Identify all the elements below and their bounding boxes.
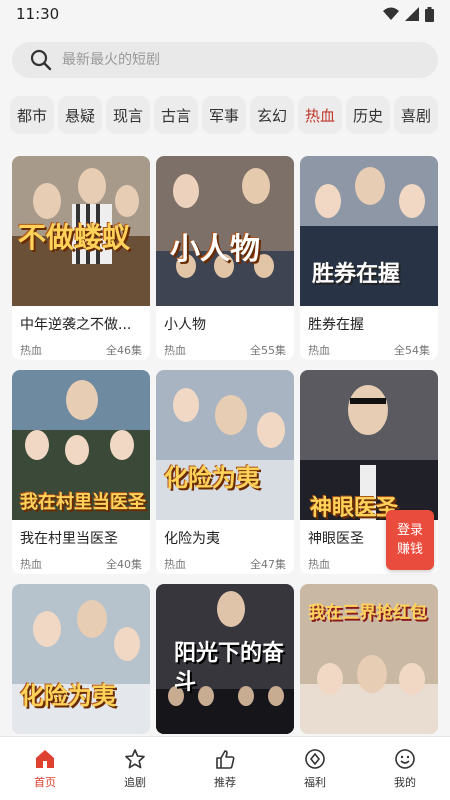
tab-junshi[interactable]: 军事 [202, 96, 246, 134]
poster-title: 神眼医圣 [310, 495, 399, 520]
diamond-icon [305, 748, 325, 769]
nav-recommend[interactable]: 推荐 [190, 748, 260, 790]
drama-poster: 化险为夷 [156, 370, 294, 520]
tab-xuanyi[interactable]: 悬疑 [58, 96, 102, 134]
login-badge-line2: 赚钱 [396, 542, 423, 557]
drama-genre: 热血 [164, 558, 186, 571]
drama-title: 小人物 [164, 317, 206, 333]
poster-title: 我在村里当医圣 [20, 492, 146, 513]
nav-follow[interactable]: 追剧 [100, 748, 170, 790]
drama-card[interactable]: 阳光下的奋斗 [156, 584, 294, 734]
drama-poster: 我在三界抢红包 [300, 584, 438, 734]
drama-poster: 化险为夷 [12, 584, 150, 734]
signal-icon [405, 7, 419, 21]
tab-xianyan[interactable]: 现言 [106, 96, 150, 134]
drama-poster: 阳光下的奋斗 [156, 584, 294, 734]
drama-poster: 我在村里当医圣 [12, 370, 150, 520]
star-icon [125, 748, 145, 768]
drama-meta: 热血 全40集 [12, 548, 150, 572]
search-bar[interactable] [12, 42, 438, 78]
status-icons [383, 6, 434, 22]
drama-meta: 热血 全47集 [156, 548, 294, 572]
drama-title: 我在村里当医圣 [20, 531, 118, 547]
drama-episodes: 全55集 [250, 344, 286, 357]
drama-card[interactable]: 我在村里当医圣 我在村里当医圣 热血 全40集 [12, 370, 150, 574]
drama-meta: 热血 全54集 [300, 334, 438, 358]
drama-poster: 神眼医圣 [300, 370, 438, 520]
drama-episodes: 全47集 [250, 558, 286, 571]
drama-title: 中年逆袭之不做... [20, 317, 132, 333]
home-icon [36, 749, 54, 768]
thumbs-up-icon [216, 749, 235, 769]
smile-icon [395, 748, 415, 769]
wifi-icon [383, 7, 399, 20]
drama-episodes: 全40集 [106, 558, 142, 571]
nav-recommend-label: 推荐 [214, 775, 236, 789]
tab-xuanhuan[interactable]: 玄幻 [250, 96, 294, 134]
drama-genre: 热血 [308, 344, 330, 357]
status-bar: 11:30 [0, 0, 450, 28]
login-earn-button[interactable]: 登录 赚钱 [386, 510, 434, 570]
drama-genre: 热血 [20, 558, 42, 571]
drama-card[interactable]: 我在三界抢红包 [300, 584, 438, 734]
nav-mine-label: 我的 [394, 775, 416, 789]
drama-title: 胜券在握 [308, 317, 364, 333]
drama-card[interactable]: 小人物 小人物 热血 全55集 [156, 156, 294, 360]
drama-genre: 热血 [20, 344, 42, 357]
tab-lishi[interactable]: 历史 [346, 96, 390, 134]
tab-guyan[interactable]: 古言 [154, 96, 198, 134]
drama-card[interactable]: 化险为夷 [12, 584, 150, 734]
nav-mine[interactable]: 我的 [370, 748, 440, 790]
tab-xiju[interactable]: 喜剧 [394, 96, 438, 134]
drama-card[interactable]: 胜券在握 胜券在握 热血 全54集 [300, 156, 438, 360]
poster-title: 我在三界抢红包 [308, 603, 427, 623]
drama-meta: 热血 全55集 [156, 334, 294, 358]
bottom-nav: 首页 追剧 推荐 福利 我的 [0, 736, 450, 800]
drama-card[interactable]: 不做蝼蚁 中年逆袭之不做... 热血 全46集 [12, 156, 150, 360]
drama-genre: 热血 [308, 558, 330, 571]
drama-meta: 热血 全46集 [12, 334, 150, 358]
poster-title: 胜券在握 [312, 261, 401, 287]
drama-episodes: 全46集 [106, 344, 142, 357]
poster-title: 不做蝼蚁 [18, 221, 131, 254]
tab-dushi[interactable]: 都市 [10, 96, 54, 134]
nav-home[interactable]: 首页 [10, 748, 80, 790]
poster-title: 小人物 [170, 232, 260, 267]
nav-follow-label: 追剧 [124, 775, 146, 789]
battery-icon [425, 6, 434, 22]
category-tabs: 都市 悬疑 现言 古言 军事 玄幻 热血 历史 喜剧 [10, 96, 442, 136]
tab-rexue[interactable]: 热血 [298, 96, 342, 134]
nav-welfare-label: 福利 [304, 775, 326, 789]
poster-title: 阳光下的奋斗 [174, 640, 285, 695]
search-icon [30, 49, 52, 71]
search-input[interactable] [62, 52, 402, 68]
nav-home-label: 首页 [34, 775, 56, 789]
poster-title: 化险为夷 [20, 681, 116, 710]
drama-card[interactable]: 化险为夷 化险为夷 热血 全47集 [156, 370, 294, 574]
drama-grid: 不做蝼蚁 中年逆袭之不做... 热血 全46集 小人物 小人物 热血 全55集 胜券… [12, 156, 438, 734]
drama-poster: 小人物 [156, 156, 294, 306]
status-time: 11:30 [16, 5, 60, 23]
drama-title: 化险为夷 [164, 531, 220, 547]
login-badge-line1: 登录 [396, 522, 423, 538]
drama-poster: 不做蝼蚁 [12, 156, 150, 306]
drama-poster: 胜券在握 [300, 156, 438, 306]
drama-genre: 热血 [164, 344, 186, 357]
drama-episodes: 全54集 [394, 344, 430, 357]
poster-title: 化险为夷 [164, 463, 260, 492]
nav-welfare[interactable]: 福利 [280, 748, 350, 790]
